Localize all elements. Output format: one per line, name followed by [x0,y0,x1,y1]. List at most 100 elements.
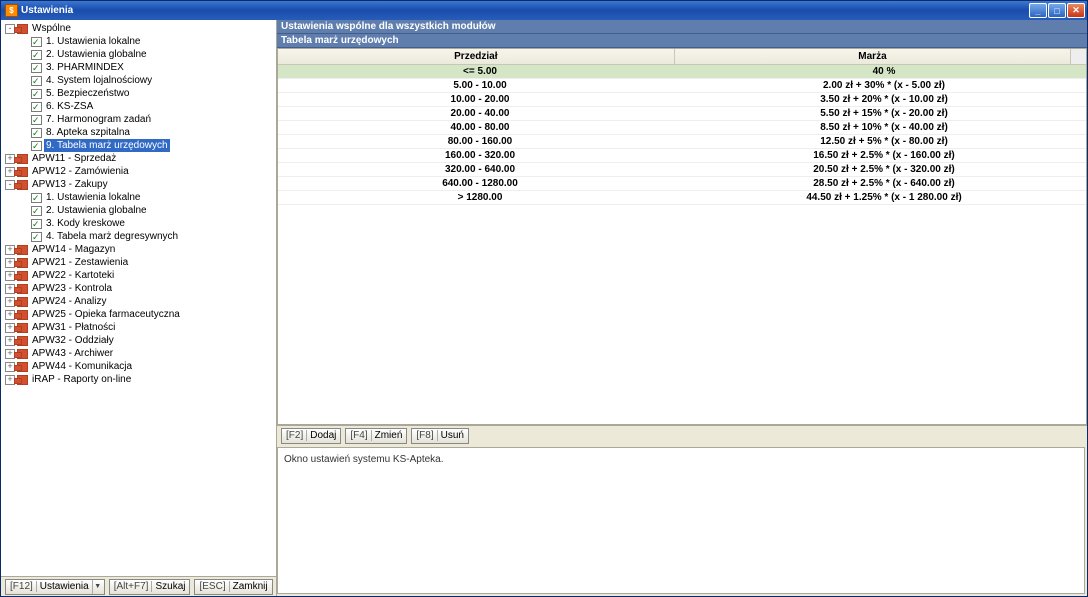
tree-item[interactable]: -Wspólne [3,22,274,35]
column-margin[interactable]: Marża [675,49,1072,64]
tree-item[interactable]: 7. Harmonogram zadań [3,113,274,126]
tree-item[interactable]: +APW44 - Komunikacja [3,360,274,373]
table-row[interactable]: 20.00 - 40.005.50 zł + 15% * (x - 20.00 … [278,107,1086,121]
module-icon [17,180,28,190]
tree-item[interactable]: 2. Ustawienia globalne [3,48,274,61]
option-icon [31,193,42,203]
tree-item-label: APW32 - Oddziały [30,334,116,347]
option-icon [31,37,42,47]
tree-item-label: Wspólne [30,22,73,35]
table-row[interactable]: 320.00 - 640.0020.50 zł + 2.5% * (x - 32… [278,163,1086,177]
tree-item[interactable]: +APW43 - Archiwer [3,347,274,360]
cell-range: 640.00 - 1280.00 [278,177,682,190]
module-icon [17,167,28,177]
table-body[interactable]: <= 5.0040 %5.00 - 10.002.00 zł + 30% * (… [278,65,1086,424]
tree-item[interactable]: 1. Ustawienia lokalne [3,191,274,204]
tree-item-label: APW22 - Kartoteki [30,269,116,282]
tree-item[interactable]: +APW23 - Kontrola [3,282,274,295]
cell-range: 80.00 - 160.00 [278,135,682,148]
module-icon [17,362,28,372]
module-icon [17,258,28,268]
tree-item[interactable]: 6. KS-ZSA [3,100,274,113]
tree-item[interactable]: 8. Apteka szpitalna [3,126,274,139]
esc-close-button[interactable]: [ESC] Zamknij [194,579,272,595]
altf7-search-button[interactable]: [Alt+F7] Szukaj [109,579,191,595]
f12-settings-button[interactable]: [F12] Ustawienia ▼ [5,579,105,595]
module-icon [17,336,28,346]
tree-item[interactable]: -APW13 - Zakupy [3,178,274,191]
module-icon [17,154,28,164]
tree-item[interactable]: 4. System lojalnościowy [3,74,274,87]
option-icon [31,128,42,138]
tree-item[interactable]: 9. Tabela marż urzędowych [3,139,274,152]
close-button[interactable]: ✕ [1067,3,1085,18]
maximize-button[interactable]: □ [1048,3,1066,18]
table-row[interactable]: 640.00 - 1280.0028.50 zł + 2.5% * (x - 6… [278,177,1086,191]
cell-margin: 16.50 zł + 2.5% * (x - 160.00 zł) [682,149,1086,162]
f8-delete-button[interactable]: [F8] Usuń [411,428,469,444]
option-icon [31,141,42,151]
tree-item[interactable]: +APW21 - Zestawienia [3,256,274,269]
tree-item-label: APW21 - Zestawienia [30,256,130,269]
minimize-button[interactable]: _ [1029,3,1047,18]
cell-margin: 3.50 zł + 20% * (x - 10.00 zł) [682,93,1086,106]
table-row[interactable]: <= 5.0040 % [278,65,1086,79]
tree-item-label: 3. PHARMINDEX [44,61,126,74]
tree-item-label: APW43 - Archiwer [30,347,115,360]
table-row[interactable]: 5.00 - 10.002.00 zł + 30% * (x - 5.00 zł… [278,79,1086,93]
table-row[interactable]: 160.00 - 320.0016.50 zł + 2.5% * (x - 16… [278,149,1086,163]
tree-item-label: iRAP - Raporty on-line [30,373,133,386]
panel-title-1: Ustawienia wspólne dla wszystkich modułó… [277,20,1087,34]
tree-item[interactable]: 1. Ustawienia lokalne [3,35,274,48]
tree-item[interactable]: +APW11 - Sprzedaż [3,152,274,165]
tree-item-label: APW12 - Zamówienia [30,165,131,178]
tree-item[interactable]: +iRAP - Raporty on-line [3,373,274,386]
module-icon [17,375,28,385]
description-text: Okno ustawień systemu KS-Apteka. [284,454,444,465]
cell-margin: 40 % [682,65,1086,78]
tree-item[interactable]: +APW14 - Magazyn [3,243,274,256]
table-row[interactable]: > 1280.0044.50 zł + 1.25% * (x - 1 280.0… [278,191,1086,205]
tree-item-label: 9. Tabela marż urzędowych [44,139,170,152]
tree-item[interactable]: 3. PHARMINDEX [3,61,274,74]
tree-item[interactable]: +APW12 - Zamówienia [3,165,274,178]
cell-margin: 12.50 zł + 5% * (x - 80.00 zł) [682,135,1086,148]
tree-item[interactable]: +APW32 - Oddziały [3,334,274,347]
table-row[interactable]: 80.00 - 160.0012.50 zł + 5% * (x - 80.00… [278,135,1086,149]
option-icon [31,115,42,125]
tree-item-label: 3. Kody kreskowe [44,217,127,230]
module-icon [17,349,28,359]
tree-item-label: APW23 - Kontrola [30,282,114,295]
module-icon [17,310,28,320]
cell-range: 40.00 - 80.00 [278,121,682,134]
module-icon [17,284,28,294]
module-icon [17,24,28,34]
panel-header: Ustawienia wspólne dla wszystkich modułó… [277,20,1087,48]
cell-range: 320.00 - 640.00 [278,163,682,176]
option-icon [31,63,42,73]
titlebar[interactable]: $ Ustawienia _ □ ✕ [1,1,1087,20]
tree-item[interactable]: +APW22 - Kartoteki [3,269,274,282]
cell-margin: 5.50 zł + 15% * (x - 20.00 zł) [682,107,1086,120]
table-row[interactable]: 10.00 - 20.003.50 zł + 20% * (x - 10.00 … [278,93,1086,107]
option-icon [31,206,42,216]
f4-edit-button[interactable]: [F4] Zmień [345,428,407,444]
tree-item[interactable]: +APW31 - Płatności [3,321,274,334]
tree-item-label: 4. Tabela marż degresywnych [44,230,180,243]
tree-item[interactable]: +APW24 - Analizy [3,295,274,308]
tree-item[interactable]: 2. Ustawienia globalne [3,204,274,217]
column-range[interactable]: Przedział [278,49,675,64]
table-row[interactable]: 40.00 - 80.008.50 zł + 10% * (x - 40.00 … [278,121,1086,135]
tree-item-label: APW11 - Sprzedaż [30,152,118,165]
tree-item[interactable]: 4. Tabela marż degresywnych [3,230,274,243]
tree-item[interactable]: 3. Kody kreskowe [3,217,274,230]
tree-item-label: 2. Ustawienia globalne [44,48,149,61]
tree-item[interactable]: 5. Bezpieczeństwo [3,87,274,100]
tree-item[interactable]: +APW25 - Opieka farmaceutyczna [3,308,274,321]
tree-panel: -Wspólne1. Ustawienia lokalne2. Ustawien… [1,20,277,596]
f2-add-button[interactable]: [F2] Dodaj [281,428,341,444]
tree-item-label: 2. Ustawienia globalne [44,204,149,217]
settings-tree[interactable]: -Wspólne1. Ustawienia lokalne2. Ustawien… [1,20,276,576]
tree-item-label: APW25 - Opieka farmaceutyczna [30,308,182,321]
dropdown-icon[interactable]: ▼ [92,580,100,594]
